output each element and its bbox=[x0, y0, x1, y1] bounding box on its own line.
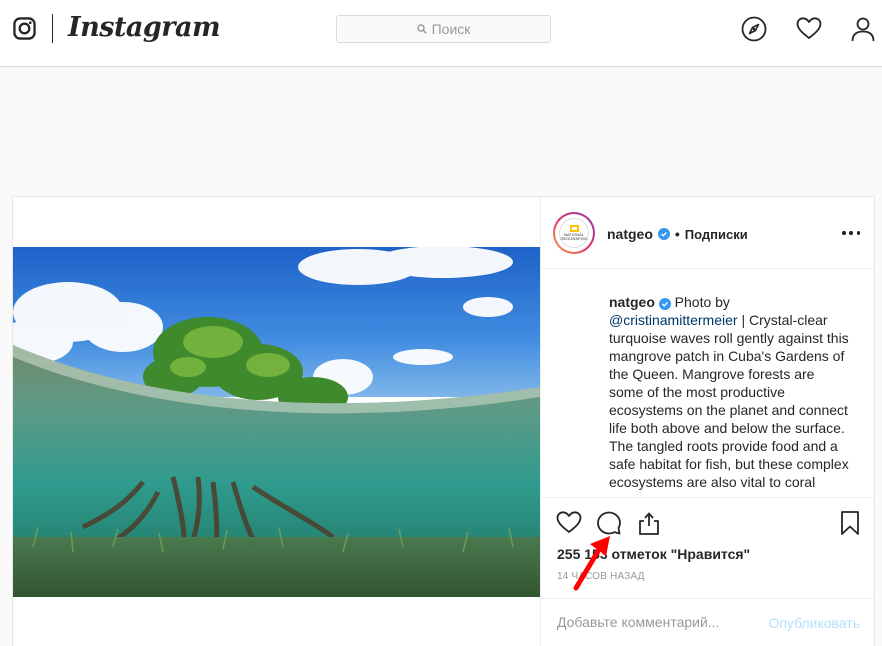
follow-status-button[interactable]: Подписки bbox=[685, 227, 748, 242]
separator-dot: • bbox=[674, 226, 680, 242]
publish-button[interactable]: Опубликовать bbox=[768, 615, 860, 631]
instagram-glyph-icon[interactable] bbox=[13, 17, 36, 40]
comment-bubble-icon[interactable] bbox=[596, 510, 622, 536]
caption-username[interactable]: natgeo bbox=[609, 294, 655, 310]
post-caption: natgeo Photo by @cristinamittermeier | C… bbox=[609, 293, 849, 493]
logo-divider bbox=[52, 14, 53, 43]
avatar[interactable]: NATIONAL GEOGRAPHIC bbox=[553, 212, 595, 254]
verified-badge-icon bbox=[658, 298, 671, 310]
post-header: NATIONAL GEOGRAPHIC natgeo • Подписки bbox=[541, 197, 876, 269]
top-navigation-bar: Instagram Поиск bbox=[0, 0, 882, 67]
post-actions: 255 153 отметок "Нравится" 14 часов наза… bbox=[541, 497, 876, 582]
instagram-wordmark[interactable]: Instagram bbox=[68, 12, 221, 43]
explore-compass-icon[interactable] bbox=[741, 16, 767, 42]
post-author: natgeo • Подписки bbox=[607, 226, 748, 242]
verified-badge-icon bbox=[657, 228, 670, 240]
post-photo[interactable] bbox=[13, 247, 540, 597]
caption-text: | Crystal-clear turquoise waves roll gen… bbox=[609, 312, 849, 493]
caption-lead: Photo by bbox=[670, 294, 730, 310]
like-heart-icon[interactable] bbox=[556, 510, 582, 536]
caption-mention-link[interactable]: @cristinamittermeier bbox=[609, 312, 738, 328]
comment-form: Опубликовать bbox=[541, 598, 876, 646]
activity-heart-icon[interactable] bbox=[796, 16, 822, 42]
author-username[interactable]: natgeo bbox=[607, 226, 653, 242]
share-icon[interactable] bbox=[636, 510, 662, 536]
search-input[interactable]: Поиск bbox=[336, 15, 551, 43]
save-bookmark-icon[interactable] bbox=[837, 510, 863, 536]
post-card: NATIONAL GEOGRAPHIC natgeo • Подписки na… bbox=[12, 196, 876, 646]
profile-icon[interactable] bbox=[850, 16, 876, 42]
search-placeholder: Поиск bbox=[431, 21, 471, 37]
annotation-arrow-icon bbox=[573, 536, 610, 591]
comment-input[interactable] bbox=[557, 614, 757, 630]
natgeo-logo: NATIONAL GEOGRAPHIC bbox=[559, 218, 589, 248]
more-options-icon[interactable] bbox=[842, 231, 860, 237]
search-icon bbox=[416, 24, 427, 34]
